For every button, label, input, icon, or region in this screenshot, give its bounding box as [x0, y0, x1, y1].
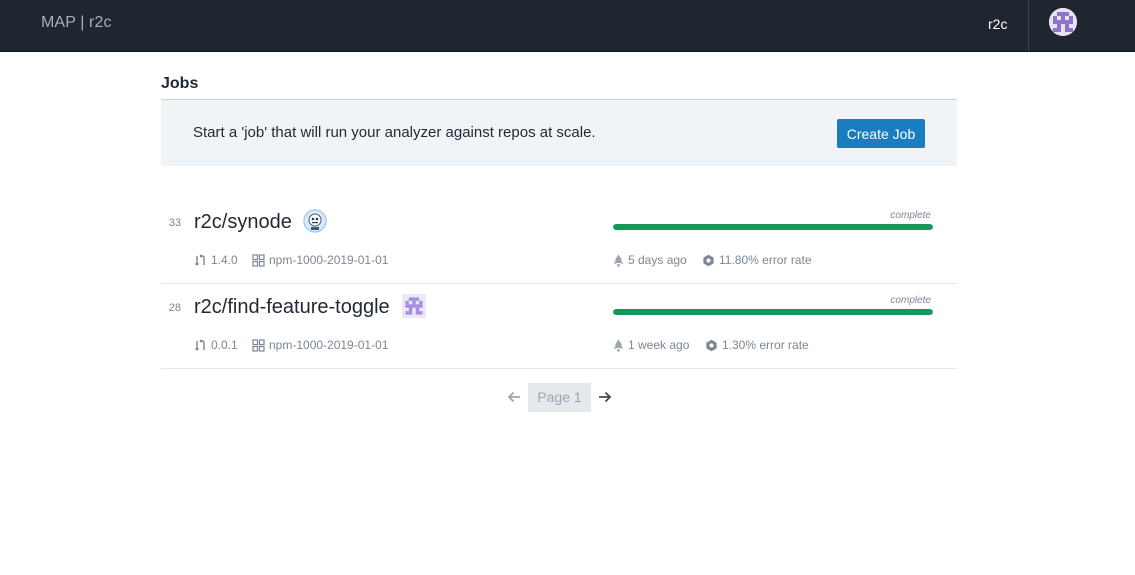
job-status: complete	[890, 295, 931, 306]
section-title: Jobs	[161, 75, 199, 92]
progress-fill	[613, 309, 933, 315]
pixel-avatar-icon	[402, 294, 426, 318]
page-indicator: Page 1	[528, 383, 591, 412]
create-job-callout: Start a 'job' that will run your analyze…	[161, 100, 957, 166]
error-meta: 11.80% error rate	[702, 253, 812, 267]
job-time: 1 week ago	[628, 338, 690, 352]
brand-title[interactable]: MAP | r2c	[41, 14, 112, 32]
job-name-link[interactable]: r2c/synode	[194, 211, 292, 234]
job-corpus: npm-1000-2019-01-01	[269, 253, 389, 267]
job-name-link[interactable]: r2c/find-feature-toggle	[194, 296, 390, 319]
callout-text: Start a 'job' that will run your analyze…	[193, 124, 596, 141]
job-progress-bar	[613, 309, 933, 315]
job-error-rate: 11.80% error rate	[719, 253, 812, 267]
pixel-avatar-icon	[1049, 8, 1077, 36]
arrow-left-icon[interactable]	[506, 389, 522, 405]
corpus-grid-icon	[252, 253, 265, 267]
job-corpus: npm-1000-2019-01-01	[269, 338, 389, 352]
navbar-divider	[1028, 0, 1029, 51]
create-job-button[interactable]: Create Job	[837, 119, 925, 148]
error-hexagon-icon	[703, 254, 714, 266]
user-avatar[interactable]	[1049, 8, 1077, 36]
arrow-right-icon[interactable]	[597, 389, 613, 405]
version-branch-icon	[195, 253, 205, 265]
job-row[interactable]: 33 r2c/synode 1.4.0 npm-1000-2019-01-01 …	[161, 198, 957, 284]
error-hexagon-icon	[706, 339, 717, 351]
rocket-icon	[613, 339, 624, 351]
corpus-meta: npm-1000-2019-01-01	[252, 338, 388, 352]
job-status: complete	[890, 210, 931, 221]
time-meta: 1 week ago	[613, 338, 689, 352]
job-id: 33	[168, 217, 181, 229]
corpus-meta: npm-1000-2019-01-01	[252, 253, 388, 267]
version-meta: 0.0.1	[194, 338, 238, 352]
job-progress-bar	[613, 224, 933, 230]
job-error-rate: 1.30% error rate	[722, 338, 809, 352]
job-version: 1.4.0	[211, 253, 238, 267]
corpus-grid-icon	[252, 338, 265, 352]
top-navbar: MAP | r2c r2c	[0, 0, 1135, 52]
job-row[interactable]: 28 r2c/find-feature-toggle 0.0.1 npm-100…	[161, 283, 957, 369]
job-version: 0.0.1	[211, 338, 238, 352]
job-time: 5 days ago	[628, 253, 687, 267]
job-id: 28	[168, 302, 181, 314]
robot-avatar-icon	[303, 209, 327, 233]
org-link[interactable]: r2c	[988, 16, 1007, 32]
time-meta: 5 days ago	[613, 253, 687, 267]
error-meta: 1.30% error rate	[705, 338, 809, 352]
version-branch-icon	[195, 338, 205, 350]
progress-fill	[613, 224, 933, 230]
version-meta: 1.4.0	[194, 253, 238, 267]
rocket-icon	[613, 254, 624, 266]
